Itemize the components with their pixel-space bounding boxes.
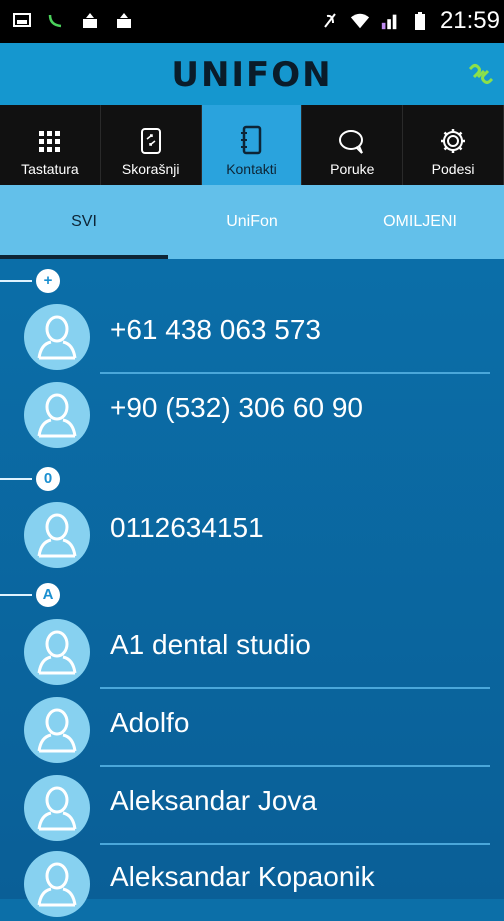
contact-name: +90 (532) 306 60 90: [110, 392, 363, 423]
contact-avatar-icon: [24, 304, 90, 370]
upload-icon-2: [114, 10, 134, 30]
contact-name: A1 dental studio: [110, 629, 311, 660]
gallery-icon: [12, 10, 32, 30]
contact-row[interactable]: 0112634151: [0, 494, 504, 572]
nav-label: Tastatura: [21, 161, 79, 177]
contact-avatar-icon: [24, 382, 90, 448]
section-badge: +: [36, 269, 60, 293]
contact-row[interactable]: Aleksandar Kopaonik: [0, 843, 504, 921]
nav-skorasnji[interactable]: Skorašnji: [101, 105, 202, 185]
contact-row[interactable]: Adolfo: [0, 689, 504, 767]
signal-icon: [380, 11, 400, 31]
contact-row[interactable]: +90 (532) 306 60 90: [0, 374, 504, 452]
mute-icon: [320, 11, 340, 31]
contact-row[interactable]: Aleksandar Jova: [0, 767, 504, 845]
contact-name: Aleksandar Jova: [110, 785, 318, 816]
nav-kontakti[interactable]: Kontakti: [201, 105, 303, 185]
tab-svi[interactable]: SVI: [0, 185, 168, 259]
status-time: 21:59: [439, 7, 500, 34]
contact-avatar-icon: [24, 502, 90, 568]
contact-avatar-icon: [24, 619, 90, 685]
dialpad-icon: [38, 131, 60, 152]
nav-label: Skorašnji: [121, 161, 180, 177]
section-header: A: [0, 579, 504, 609]
contacts-filter-tabs: SVI UniFon OMILJENI: [0, 185, 504, 259]
contact-row[interactable]: +61 438 063 573: [0, 296, 504, 374]
contact-list[interactable]: + +61 438 063 573 +90 (532) 306 60 90 0 …: [0, 259, 504, 917]
contact-name: Adolfo: [110, 707, 190, 738]
gear-icon: [441, 129, 466, 153]
section-badge: A: [36, 583, 60, 607]
message-bubble-icon: [339, 130, 364, 154]
status-bar: 21:59: [0, 0, 504, 43]
contact-avatar-icon: [24, 697, 90, 763]
contact-row[interactable]: A1 dental studio: [0, 611, 504, 689]
section-header: +: [0, 265, 504, 295]
section-badge: 0: [36, 467, 60, 491]
section-divider: [0, 478, 32, 480]
app-bar: UNIFON: [0, 43, 504, 105]
contacts-book-icon: [241, 125, 262, 155]
section-divider: [0, 594, 32, 596]
contact-name: +61 438 063 573: [110, 314, 321, 345]
app-logo: UNIFON: [171, 55, 333, 95]
tab-unifon[interactable]: UniFon: [168, 185, 336, 259]
main-navigation: Tastatura Skorašnji Kontakti Poruke Pode…: [0, 105, 504, 185]
upload-icon: [80, 10, 100, 30]
missed-call-icon: [46, 10, 66, 30]
section-divider: [0, 280, 32, 282]
contact-avatar-icon: [24, 851, 90, 917]
wifi-icon: [350, 11, 370, 31]
tab-omiljeni[interactable]: OMILJENI: [336, 185, 504, 259]
nav-tastatura[interactable]: Tastatura: [0, 105, 101, 185]
nav-label: Poruke: [330, 161, 375, 177]
nav-label: Podesi: [431, 161, 475, 177]
contact-name: Aleksandar Kopaonik: [110, 861, 375, 892]
contact-avatar-icon: [24, 775, 90, 841]
battery-icon: [410, 11, 430, 31]
nav-label: Kontakti: [226, 161, 277, 177]
contact-name: 0112634151: [110, 512, 264, 543]
section-header: 0: [0, 463, 504, 493]
nav-podesi[interactable]: Podesi: [403, 105, 504, 185]
connection-link-icon[interactable]: [468, 61, 494, 92]
nav-poruke[interactable]: Poruke: [302, 105, 404, 185]
recent-calls-icon: [140, 128, 161, 154]
